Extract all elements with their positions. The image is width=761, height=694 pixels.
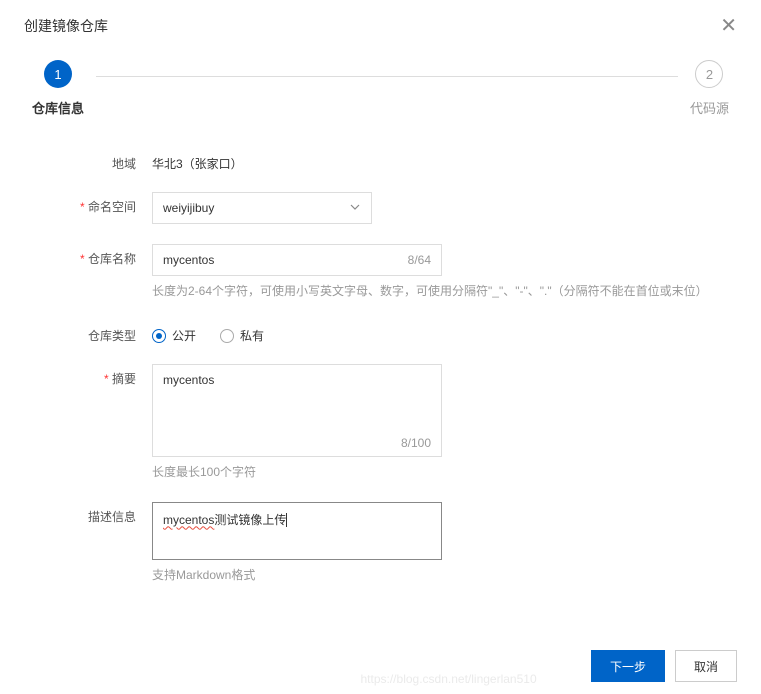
- repo-type-public-radio[interactable]: 公开: [152, 327, 196, 344]
- chevron-down-icon: [349, 201, 361, 216]
- modal-title: 创建镜像仓库: [24, 16, 108, 36]
- step-divider: [96, 76, 678, 77]
- repo-name-counter: 8/64: [408, 253, 431, 267]
- description-input[interactable]: mycentos测试镜像上传: [153, 503, 441, 559]
- region-value: 华北3（张家口）: [152, 149, 712, 172]
- step-1: 1 仓库信息: [32, 60, 84, 117]
- summary-hint: 长度最长100个字符: [152, 463, 712, 482]
- close-icon[interactable]: ✕: [720, 16, 737, 36]
- namespace-label: 命名空间: [24, 192, 152, 215]
- repo-name-hint: 长度为2-64个字符，可使用小写英文字母、数字，可使用分隔符"_"、"-"、".…: [152, 282, 712, 301]
- namespace-select[interactable]: weiyijibuy: [152, 192, 372, 224]
- description-label: 描述信息: [24, 502, 152, 525]
- summary-counter: 8/100: [153, 436, 441, 456]
- watermark: https://blog.csdn.net/lingerlan510: [361, 672, 537, 686]
- repo-type-label: 仓库类型: [24, 321, 152, 344]
- text-caret: [286, 513, 287, 527]
- step-2-label: 代码源: [690, 98, 729, 117]
- summary-textarea[interactable]: [153, 365, 441, 433]
- description-hint: 支持Markdown格式: [152, 566, 712, 585]
- repo-name-input-wrapper: 8/64: [152, 244, 442, 276]
- repo-type-private-radio[interactable]: 私有: [220, 327, 264, 344]
- step-2-circle: 2: [695, 60, 723, 88]
- step-1-circle: 1: [44, 60, 72, 88]
- description-input-wrapper: mycentos测试镜像上传: [152, 502, 442, 560]
- namespace-value: weiyijibuy: [163, 201, 214, 215]
- description-value-prefix: mycentos: [163, 513, 214, 527]
- cancel-button[interactable]: 取消: [675, 650, 737, 682]
- repo-type-public-label: 公开: [172, 327, 196, 344]
- summary-label: 摘要: [24, 364, 152, 387]
- step-1-label: 仓库信息: [32, 98, 84, 117]
- step-2: 2 代码源: [690, 60, 729, 117]
- step-indicator: 1 仓库信息 2 代码源: [24, 60, 737, 117]
- repo-type-private-label: 私有: [240, 327, 264, 344]
- radio-checked-icon: [152, 329, 166, 343]
- repo-name-input[interactable]: [163, 253, 408, 267]
- radio-unchecked-icon: [220, 329, 234, 343]
- summary-textarea-wrapper: 8/100: [152, 364, 442, 457]
- next-button[interactable]: 下一步: [591, 650, 665, 682]
- repo-name-label: 仓库名称: [24, 244, 152, 267]
- description-value-suffix: 测试镜像上传: [214, 513, 286, 527]
- region-label: 地域: [24, 149, 152, 172]
